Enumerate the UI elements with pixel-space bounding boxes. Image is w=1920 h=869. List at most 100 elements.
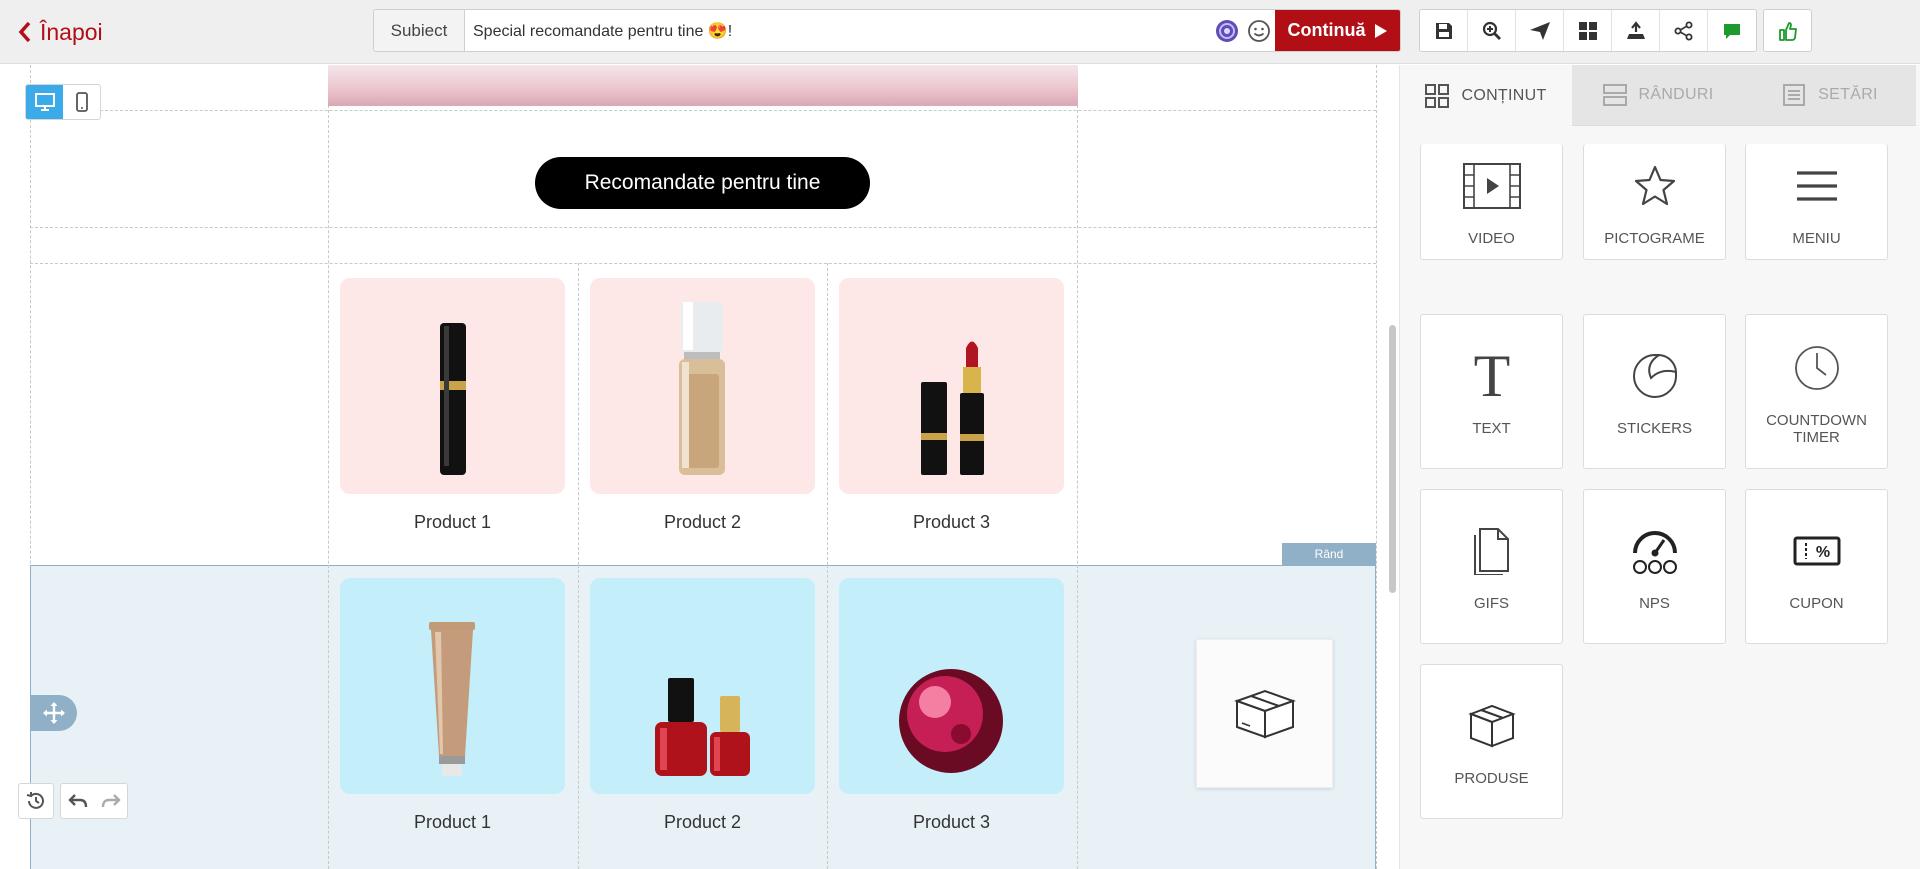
move-icon [42, 702, 65, 724]
block-countdown[interactable]: COUNTDOWN TIMER [1745, 314, 1888, 469]
play-icon [1374, 23, 1387, 38]
block-products[interactable]: PRODUSE [1420, 664, 1563, 819]
tab-label: SETĂRI [1818, 86, 1878, 103]
layout-icon[interactable] [1564, 10, 1612, 51]
history-controls [18, 783, 128, 819]
block-label: CUPON [1789, 595, 1844, 612]
product-name: Product 3 [912, 512, 991, 532]
editor-toolbar [1419, 9, 1757, 52]
product-name: Product 2 [663, 812, 742, 832]
block-label: NPS [1639, 595, 1670, 612]
box-icon [1233, 689, 1296, 738]
redo-icon[interactable] [94, 793, 127, 809]
block-gifs[interactable]: GIFS [1420, 489, 1563, 644]
desktop-icon [34, 93, 55, 111]
block-menu[interactable]: MENIU [1745, 144, 1888, 260]
block-text[interactable]: T TEXT [1420, 314, 1563, 469]
block-video[interactable]: VIDEO [1420, 144, 1563, 260]
move-row-handle[interactable] [30, 695, 77, 731]
guide-line [1077, 565, 1078, 869]
file-icon [1473, 528, 1509, 575]
star-icon [1634, 165, 1675, 206]
recommended-button[interactable]: Recomandate pentru tine [535, 157, 870, 209]
product-image-tube[interactable] [340, 578, 565, 794]
rows-icon [1602, 84, 1627, 106]
product-name: Product 3 [912, 812, 991, 832]
back-label: Înapoi [40, 18, 103, 45]
save-icon[interactable] [1420, 10, 1468, 51]
tab-settings[interactable]: SETĂRI [1744, 65, 1916, 126]
product-image-lipstick[interactable] [839, 278, 1064, 494]
desktop-view-button[interactable] [26, 85, 63, 119]
svg-text:T: T [1473, 350, 1510, 402]
row-tag: Rând [1282, 543, 1376, 565]
box-icon [1467, 704, 1516, 748]
block-label: MENIU [1792, 230, 1841, 247]
top-bar: Înapoi Subiect Continuă [0, 0, 1920, 64]
product-image-ball[interactable] [839, 578, 1064, 794]
settings-doc-icon [1783, 84, 1806, 106]
product-image-nail-polish[interactable] [590, 578, 815, 794]
subject-field-group: Subiect Continuă [373, 9, 1401, 52]
undo-icon[interactable] [61, 793, 94, 809]
ai-assistant-icon[interactable] [1211, 10, 1243, 51]
panel-tabs: CONȚINUT RÂNDURI SETĂRI [1400, 65, 1920, 126]
nps-gauge-icon [1632, 531, 1677, 574]
block-stickers[interactable]: STICKERS [1583, 314, 1726, 469]
product-name: Product 1 [413, 812, 492, 832]
guide-line [30, 263, 1376, 264]
block-label: TEXT [1472, 420, 1511, 437]
guide-line [578, 565, 579, 869]
block-nps[interactable]: NPS [1583, 489, 1726, 644]
email-canvas[interactable]: Recomandate pentru tine Product 1 Produc… [0, 65, 1398, 869]
coupon-icon: % [1793, 536, 1840, 566]
zoom-in-icon[interactable] [1468, 10, 1516, 51]
menu-icon [1796, 171, 1837, 201]
block-icons[interactable]: PICTOGRAME [1583, 144, 1726, 260]
video-icon [1462, 163, 1521, 209]
guide-line [328, 565, 329, 869]
guide-line [827, 565, 828, 869]
tab-content[interactable]: CONȚINUT [1400, 65, 1572, 126]
mobile-icon [75, 92, 88, 112]
svg-text:%: % [1815, 544, 1829, 561]
hero-image[interactable] [328, 65, 1078, 106]
guide-line [30, 227, 1376, 228]
share-icon[interactable] [1660, 10, 1708, 51]
product-name: Product 2 [663, 512, 742, 532]
back-button[interactable]: Înapoi [18, 18, 103, 46]
subject-input[interactable] [465, 10, 1211, 51]
block-label: PICTOGRAME [1604, 230, 1705, 247]
emoji-icon[interactable] [1243, 10, 1275, 51]
subject-label: Subiect [374, 10, 465, 51]
tab-label: RÂNDURI [1638, 86, 1714, 103]
block-label: GIFS [1473, 595, 1509, 612]
product-image-mascara[interactable] [340, 278, 565, 494]
block-coupon[interactable]: % CUPON [1745, 489, 1888, 644]
tab-rows[interactable]: RÂNDURI [1572, 65, 1744, 126]
content-panel: CONȚINUT RÂNDURI SETĂRI VIDEO PICTOGRAME… [1399, 65, 1920, 869]
guide-line [30, 110, 1376, 111]
canvas-scrollbar[interactable] [1389, 325, 1396, 593]
block-label: STICKERS [1616, 420, 1692, 437]
continue-button[interactable]: Continuă [1275, 10, 1400, 51]
text-icon: T [1473, 350, 1510, 402]
export-icon[interactable] [1612, 10, 1660, 51]
product-block-placeholder[interactable] [1196, 639, 1333, 788]
send-icon[interactable] [1516, 10, 1564, 51]
continue-label: Continuă [1287, 20, 1366, 40]
mobile-view-button[interactable] [63, 85, 100, 119]
chevron-left-icon [18, 21, 31, 43]
device-toggle [25, 84, 101, 120]
block-label: PRODUSE [1454, 770, 1529, 787]
approve-icon[interactable] [1763, 9, 1812, 52]
block-label: COUNTDOWN TIMER [1766, 411, 1867, 446]
sticker-icon [1632, 354, 1677, 398]
block-label: VIDEO [1468, 230, 1515, 247]
guide-line [1376, 65, 1377, 869]
history-icon[interactable] [18, 783, 54, 819]
clock-icon [1794, 345, 1839, 390]
tab-label: CONȚINUT [1461, 86, 1547, 104]
product-image-foundation[interactable] [590, 278, 815, 494]
comment-icon[interactable] [1708, 10, 1756, 51]
